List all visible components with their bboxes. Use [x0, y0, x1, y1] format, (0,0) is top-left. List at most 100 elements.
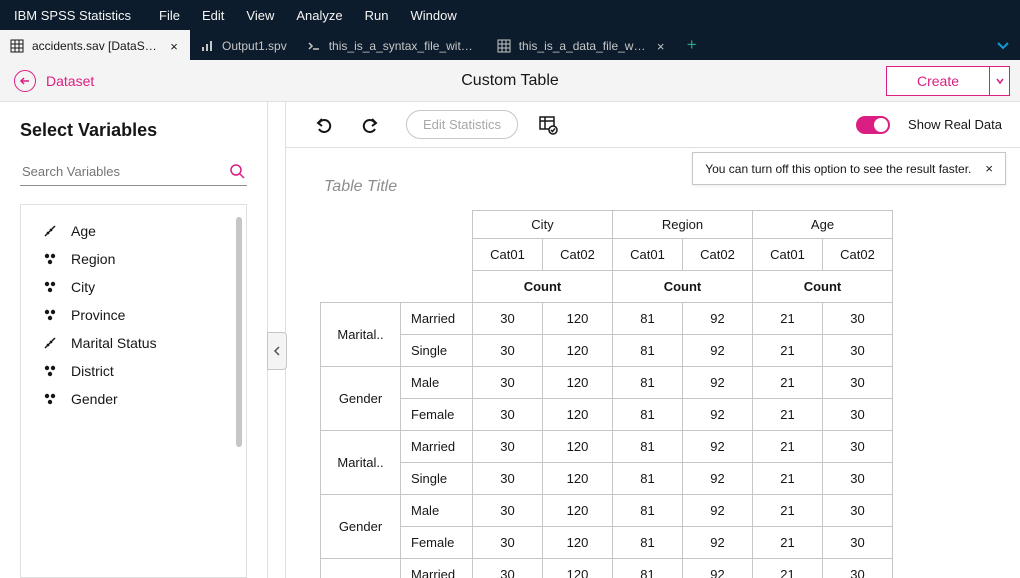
measure-label: Count	[473, 271, 613, 303]
row-category: Female	[401, 527, 473, 559]
chart-icon	[200, 39, 214, 53]
variable-name: Marital Status	[71, 335, 157, 351]
scrollbar[interactable]	[236, 217, 242, 447]
tabs-overflow-icon[interactable]	[994, 30, 1012, 60]
tab-label: this_is_a_syntax_file_with_a_lo…	[329, 39, 477, 53]
table-canvas[interactable]: Table Title CityRegionAgeCat01Cat02Cat01…	[286, 148, 1020, 578]
categories-icon	[43, 392, 57, 406]
search-input[interactable]	[22, 164, 229, 179]
cell-value: 92	[683, 431, 753, 463]
search-icon[interactable]	[229, 163, 245, 179]
cell-value: 81	[613, 495, 683, 527]
table-settings-button[interactable]	[532, 109, 564, 141]
cell-value: 92	[683, 527, 753, 559]
ruler-icon	[43, 336, 57, 350]
column-group[interactable]: Region	[613, 211, 753, 239]
cell-value: 21	[753, 335, 823, 367]
edit-statistics-button: Edit Statistics	[406, 110, 518, 139]
create-button[interactable]: Create	[886, 66, 990, 96]
cell-value: 21	[753, 399, 823, 431]
cell-value: 81	[613, 527, 683, 559]
cell-value: 21	[753, 367, 823, 399]
row-category: Single	[401, 335, 473, 367]
variables-panel: Select Variables AgeRegionCityProvince Ma…	[0, 102, 268, 578]
create-dropdown-button[interactable]	[990, 66, 1010, 96]
row-category: Married	[401, 431, 473, 463]
column-category: Cat01	[753, 239, 823, 271]
search-variables[interactable]	[20, 159, 247, 186]
menu-run[interactable]: Run	[365, 8, 389, 23]
row-category: Single	[401, 463, 473, 495]
close-icon[interactable]: ×	[985, 161, 993, 176]
spreadsheet-icon	[10, 39, 24, 53]
back-label: Dataset	[46, 73, 94, 89]
redo-button[interactable]	[354, 109, 386, 141]
add-tab-button[interactable]: +	[677, 30, 707, 60]
variable-item[interactable]: District	[21, 357, 246, 385]
row-category: Female	[401, 399, 473, 431]
menu-view[interactable]: View	[246, 8, 274, 23]
show-real-data-toggle[interactable]	[856, 116, 890, 134]
column-group[interactable]: City	[473, 211, 613, 239]
collapse-panel-button[interactable]	[267, 332, 287, 370]
column-category: Cat01	[473, 239, 543, 271]
tab-output[interactable]: Output1.spv	[190, 30, 297, 60]
column-group[interactable]: Age	[753, 211, 893, 239]
cell-value: 30	[473, 463, 543, 495]
variable-item[interactable]: Gender	[21, 385, 246, 413]
variable-item[interactable]: Province	[21, 301, 246, 329]
cell-value: 21	[753, 527, 823, 559]
categories-icon	[43, 308, 57, 322]
variable-item[interactable]: Region	[21, 245, 246, 273]
cell-value: 30	[823, 303, 893, 335]
row-category: Married	[401, 303, 473, 335]
toggle-label: Show Real Data	[908, 117, 1002, 132]
column-category: Cat01	[613, 239, 683, 271]
back-button[interactable]: Dataset	[0, 70, 94, 92]
cell-value: 120	[543, 335, 613, 367]
variable-item[interactable]: Marital Status	[21, 329, 246, 357]
tab-label: accidents.sav [DataSet1]*	[32, 39, 160, 53]
row-category: Male	[401, 367, 473, 399]
tab-dataset[interactable]: accidents.sav [DataSet1]* ×	[0, 30, 190, 60]
tab-bar: accidents.sav [DataSet1]* × Output1.spv …	[0, 30, 1020, 60]
tip-text: You can turn off this option to see the …	[705, 162, 971, 176]
cell-value: 30	[823, 559, 893, 578]
cell-value: 120	[543, 367, 613, 399]
menu-edit[interactable]: Edit	[202, 8, 224, 23]
cell-value: 30	[823, 367, 893, 399]
variable-item[interactable]: City	[21, 273, 246, 301]
app-name: IBM SPSS Statistics	[14, 8, 131, 23]
column-category: Cat02	[823, 239, 893, 271]
panel-title: Select Variables	[20, 120, 247, 141]
cell-value: 81	[613, 431, 683, 463]
terminal-icon	[307, 39, 321, 53]
menu-analyze[interactable]: Analyze	[296, 8, 342, 23]
menu-window[interactable]: Window	[410, 8, 456, 23]
column-category: Cat02	[683, 239, 753, 271]
close-icon[interactable]: ×	[655, 40, 667, 52]
cell-value: 30	[473, 335, 543, 367]
cell-value: 30	[473, 495, 543, 527]
variable-item[interactable]: Age	[21, 217, 246, 245]
cell-value: 120	[543, 399, 613, 431]
row-category: Married	[401, 559, 473, 578]
cell-value: 92	[683, 303, 753, 335]
cell-value: 30	[473, 559, 543, 578]
row-group[interactable]: Gender	[321, 367, 401, 431]
cell-value: 92	[683, 495, 753, 527]
undo-button[interactable]	[308, 109, 340, 141]
cell-value: 92	[683, 463, 753, 495]
close-icon[interactable]: ×	[168, 40, 180, 52]
custom-table: CityRegionAgeCat01Cat02Cat01Cat02Cat01Ca…	[320, 210, 893, 578]
row-group[interactable]: Marital..	[321, 431, 401, 495]
row-group[interactable]: Gender	[321, 495, 401, 559]
row-group[interactable]: Marital..	[321, 303, 401, 367]
row-group[interactable]: Marital..	[321, 559, 401, 578]
cell-value: 30	[473, 399, 543, 431]
tab-datafile[interactable]: this_is_a_data_file_with_a_long ×	[487, 30, 677, 60]
cell-value: 21	[753, 495, 823, 527]
menu-file[interactable]: File	[159, 8, 180, 23]
cell-value: 120	[543, 431, 613, 463]
tab-syntax[interactable]: this_is_a_syntax_file_with_a_lo…	[297, 30, 487, 60]
